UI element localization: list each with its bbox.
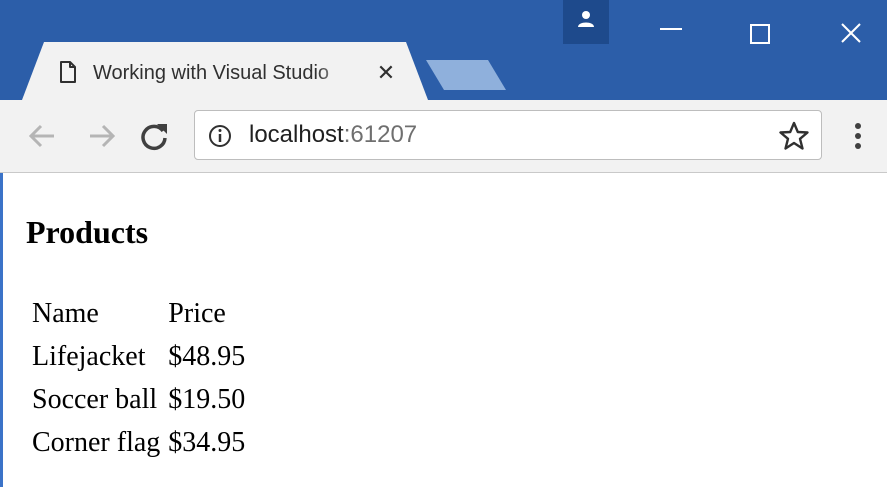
minimize-button[interactable] bbox=[626, 0, 716, 60]
tab-title: Working with Visual Studio bbox=[93, 62, 330, 84]
browser-window: Working with Visual Studio ✕ localhost:6… bbox=[0, 0, 887, 487]
profile-button[interactable] bbox=[563, 0, 609, 44]
back-arrow-icon[interactable] bbox=[26, 120, 58, 152]
product-price: $48.95 bbox=[168, 340, 246, 372]
close-icon bbox=[841, 23, 861, 43]
tab-close-button[interactable]: ✕ bbox=[373, 60, 399, 86]
table-header-row: Name Price bbox=[28, 292, 249, 335]
table-row: Soccer ball $19.50 bbox=[28, 378, 249, 421]
url-port: :61207 bbox=[343, 121, 418, 148]
info-icon[interactable] bbox=[208, 124, 232, 148]
url-host: localhost bbox=[249, 121, 344, 148]
person-icon bbox=[578, 11, 594, 27]
window-edge bbox=[0, 173, 3, 487]
product-name: Soccer ball bbox=[32, 383, 158, 415]
star-icon[interactable] bbox=[778, 120, 810, 152]
maximize-button[interactable] bbox=[716, 0, 806, 60]
product-price: $34.95 bbox=[168, 426, 246, 458]
table-row: Lifejacket $48.95 bbox=[28, 335, 249, 378]
product-price: $19.50 bbox=[168, 383, 246, 415]
url-text[interactable]: localhost:61207 bbox=[249, 117, 417, 153]
close-button[interactable] bbox=[806, 0, 887, 60]
maximize-icon bbox=[750, 24, 770, 44]
product-name: Corner flag bbox=[32, 426, 161, 458]
kebab-menu-icon[interactable] bbox=[848, 118, 868, 154]
column-header-name: Name bbox=[32, 297, 99, 329]
product-name: Lifejacket bbox=[32, 340, 146, 372]
forward-arrow-icon[interactable] bbox=[86, 120, 118, 152]
column-header-price: Price bbox=[168, 297, 226, 329]
reload-icon[interactable] bbox=[138, 120, 170, 152]
table-row: Corner flag $34.95 bbox=[28, 421, 249, 464]
page-title: Products bbox=[26, 214, 149, 250]
products-table: Name Price Lifejacket $48.95 Soccer ball… bbox=[28, 292, 249, 464]
minimize-icon bbox=[660, 28, 682, 30]
page-icon bbox=[60, 61, 76, 83]
